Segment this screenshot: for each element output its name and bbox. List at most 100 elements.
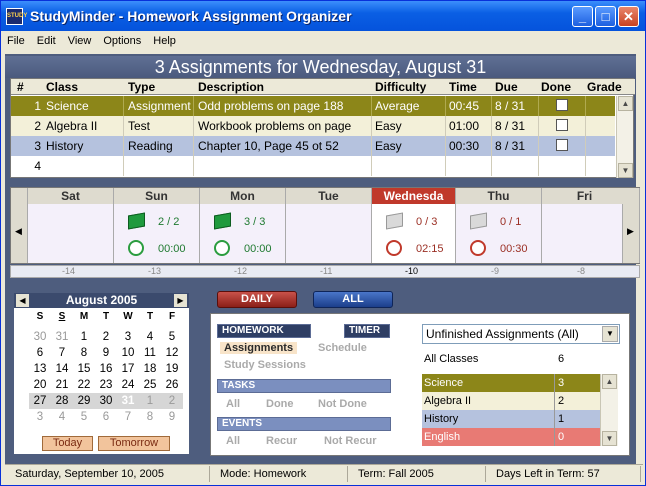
calendar-day[interactable]: 6 — [29, 345, 51, 361]
class-count-row[interactable]: Science 3 — [422, 374, 600, 392]
day-wed[interactable]: Wednesda — [372, 188, 456, 204]
menu-edit[interactable]: Edit — [31, 32, 62, 47]
calendar-day[interactable]: 27 — [29, 393, 51, 409]
calendar-day[interactable]: 24 — [117, 377, 139, 393]
calendar-day[interactable]: 31 — [51, 329, 73, 345]
events-recur-option[interactable]: Recur — [266, 435, 297, 447]
events-notrecur-option[interactable]: Not Recur — [324, 435, 377, 447]
calendar-day[interactable]: 9 — [161, 409, 183, 425]
cell-thu[interactable]: 0 / 1 00:30 — [456, 204, 542, 263]
assignments-option[interactable]: Assignments — [220, 342, 298, 354]
cell-tue[interactable] — [286, 204, 372, 263]
col-type[interactable]: Type — [128, 80, 155, 94]
tasks-done-option[interactable]: Done — [266, 398, 294, 410]
minimize-button[interactable]: _ — [572, 6, 593, 27]
day-sun[interactable]: Sun — [114, 188, 200, 204]
calendar-day[interactable]: 26 — [161, 377, 183, 393]
calendar-day[interactable]: 13 — [29, 361, 51, 377]
done-checkbox[interactable] — [556, 139, 568, 151]
calendar-day[interactable]: 12 — [161, 345, 183, 361]
calendar-day[interactable]: 30 — [95, 393, 117, 409]
cell-sun[interactable]: 2 / 2 00:00 — [114, 204, 200, 263]
calendar-day[interactable]: 28 — [51, 393, 73, 409]
schedule-option[interactable]: Schedule — [318, 342, 367, 354]
table-row[interactable]: 4 — [11, 156, 615, 176]
done-checkbox[interactable] — [556, 119, 568, 131]
calendar-day[interactable]: 6 — [95, 409, 117, 425]
calendar-day[interactable]: 22 — [73, 377, 95, 393]
menu-view[interactable]: View — [62, 32, 98, 47]
menu-options[interactable]: Options — [97, 32, 147, 47]
scroll-up-icon[interactable]: ▲ — [602, 374, 617, 389]
cal-next-icon[interactable]: ▶ — [174, 294, 187, 307]
col-due[interactable]: Due — [495, 80, 518, 94]
calendar-day[interactable]: 7 — [51, 345, 73, 361]
tasks-all-option[interactable]: All — [226, 398, 240, 410]
cell-wed[interactable]: 0 / 3 02:15 — [372, 204, 456, 263]
tomorrow-button[interactable]: Tomorrow — [98, 436, 170, 451]
day-tue[interactable]: Tue — [286, 188, 372, 204]
col-done[interactable]: Done — [541, 80, 571, 94]
tasks-header[interactable]: TASKS — [217, 379, 391, 393]
calendar-day[interactable]: 23 — [95, 377, 117, 393]
calendar-day[interactable]: 1 — [139, 393, 161, 409]
table-row[interactable]: 3 History Reading Chapter 10, Page 45 ot 52… — [11, 136, 615, 156]
calendar-day[interactable]: 31 — [117, 393, 139, 409]
today-button[interactable]: Today — [42, 436, 93, 451]
homework-header[interactable]: HOMEWORK — [217, 324, 311, 338]
calendar-day[interactable]: 14 — [51, 361, 73, 377]
done-checkbox[interactable] — [556, 99, 568, 111]
calendar-day[interactable]: 11 — [139, 345, 161, 361]
cell-mon[interactable]: 3 / 3 00:00 — [200, 204, 286, 263]
col-difficulty[interactable]: Difficulty — [375, 80, 426, 94]
chevron-down-icon[interactable]: ▼ — [602, 326, 618, 342]
col-grade[interactable]: Grade — [587, 80, 622, 94]
maximize-button[interactable]: □ — [595, 6, 616, 27]
calendar-day[interactable]: 3 — [117, 329, 139, 345]
day-sat[interactable]: Sat — [28, 188, 114, 204]
class-list-scrollbar[interactable]: ▲ ▼ — [600, 374, 618, 446]
col-description[interactable]: Description — [198, 80, 264, 94]
class-count-row[interactable]: History 1 — [422, 410, 600, 428]
table-row[interactable]: 2 Algebra II Test Workbook problems on page… — [11, 116, 615, 136]
calendar-day[interactable]: 5 — [161, 329, 183, 345]
calendar-day[interactable]: 25 — [139, 377, 161, 393]
events-header[interactable]: EVENTS — [217, 417, 391, 431]
close-button[interactable]: ✕ — [618, 6, 639, 27]
calendar-day[interactable]: 20 — [29, 377, 51, 393]
day-thu[interactable]: Thu — [456, 188, 542, 204]
grid-scrollbar[interactable]: ▲ ▼ — [616, 96, 633, 178]
all-button[interactable]: ALL — [313, 291, 393, 308]
tasks-notdone-option[interactable]: Not Done — [318, 398, 367, 410]
cell-fri[interactable] — [542, 204, 623, 263]
calendar-day[interactable]: 7 — [117, 409, 139, 425]
day-fri[interactable]: Fri — [542, 188, 628, 204]
week-prev-button[interactable]: ◀ — [11, 204, 28, 263]
calendar-day[interactable]: 9 — [95, 345, 117, 361]
calendar-day[interactable]: 30 — [29, 329, 51, 345]
table-row[interactable]: 1 Science Assignment Odd problems on page 1… — [11, 96, 615, 116]
calendar-day[interactable]: 15 — [73, 361, 95, 377]
calendar-day[interactable]: 8 — [139, 409, 161, 425]
scroll-down-icon[interactable]: ▼ — [618, 163, 633, 178]
cell-sat[interactable] — [28, 204, 114, 263]
calendar-day[interactable]: 2 — [95, 329, 117, 345]
cal-prev-icon[interactable]: ◀ — [16, 294, 29, 307]
calendar-day[interactable]: 4 — [51, 409, 73, 425]
daily-button[interactable]: DAILY — [217, 291, 297, 308]
timer-header[interactable]: TIMER — [344, 324, 390, 338]
scroll-up-icon[interactable]: ▲ — [618, 96, 633, 111]
calendar-day[interactable]: 1 — [73, 329, 95, 345]
col-num[interactable]: # — [17, 80, 24, 94]
calendar-day[interactable]: 2 — [161, 393, 183, 409]
class-count-row[interactable]: Algebra II 2 — [422, 392, 600, 410]
calendar-day[interactable]: 21 — [51, 377, 73, 393]
calendar-day[interactable]: 16 — [95, 361, 117, 377]
calendar-day[interactable]: 5 — [73, 409, 95, 425]
calendar-day[interactable]: 18 — [139, 361, 161, 377]
filter-dropdown[interactable]: Unfinished Assignments (All) ▼ — [422, 324, 620, 344]
menu-help[interactable]: Help — [147, 32, 182, 47]
class-count-row[interactable]: English 0 — [422, 428, 600, 446]
calendar-day[interactable]: 10 — [117, 345, 139, 361]
menu-file[interactable]: File — [1, 32, 31, 47]
